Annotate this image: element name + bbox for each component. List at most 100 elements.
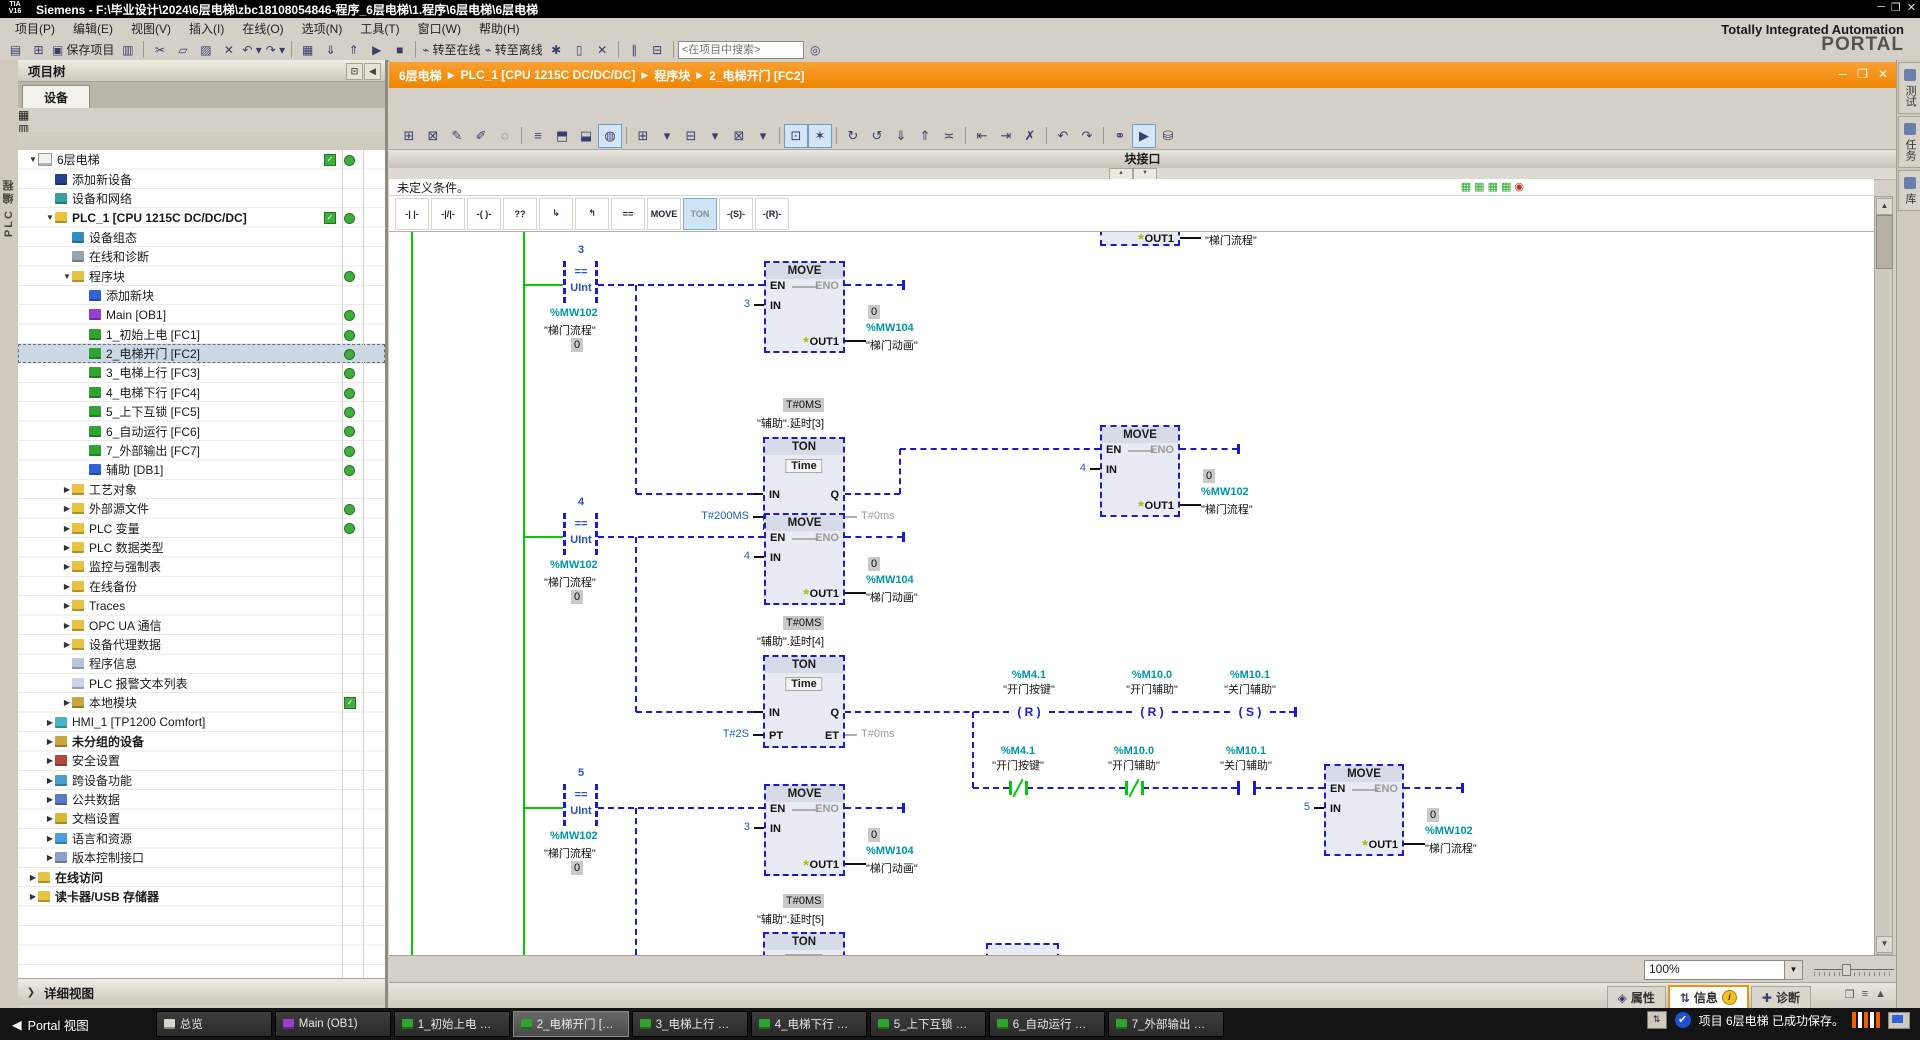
tree-expand-closed-icon[interactable]: ▶ xyxy=(62,698,72,707)
tree-row-14[interactable]: 6_自动运行 [FC6] xyxy=(18,421,385,440)
bit-operand-label[interactable]: %M10.0 "开门辅助" xyxy=(1126,669,1178,697)
toggle-comments-icon[interactable]: ◍ xyxy=(598,123,622,148)
menu-item-3[interactable]: 插入(I) xyxy=(180,18,233,39)
tree-row-0[interactable]: ▼ 6层电梯 ✓ xyxy=(18,150,385,169)
contact-bar[interactable] xyxy=(1009,781,1012,795)
zoom-dropdown-icon[interactable]: ▼ xyxy=(1784,960,1803,980)
bit-operand-label[interactable]: %M10.1 "关门辅助" xyxy=(1224,669,1276,697)
jump-back-icon[interactable]: ↶ xyxy=(1051,124,1075,148)
taskbar-button-2[interactable]: 1_初始上电 … xyxy=(393,1011,510,1037)
pin-constant[interactable]: 3 xyxy=(692,298,750,310)
tree-row-3[interactable]: ▼ PLC_1 [CPU 1215C DC/DC/DC] ✓ xyxy=(18,208,385,227)
tab-properties[interactable]: ◈ 属性 xyxy=(1606,986,1666,1009)
task-card-测试[interactable]: 测试 xyxy=(1898,62,1920,114)
stop-cpu-icon[interactable]: ■ xyxy=(388,39,411,60)
tree-row-17[interactable]: ▶ 工艺对象 xyxy=(18,480,385,499)
menu-item-8[interactable]: 帮助(H) xyxy=(470,18,529,39)
tree-row-4[interactable]: 设备组态 xyxy=(18,228,385,247)
goto-next-icon[interactable]: ⇥ xyxy=(994,124,1018,148)
split-horizontal-icon[interactable]: ⊟ xyxy=(646,39,669,60)
tab-info[interactable]: ⇅ 信息 i xyxy=(1668,986,1748,1009)
expand-panel-icon[interactable]: ▲ xyxy=(1875,988,1886,1001)
tree-row-5[interactable]: 在线和诊断 xyxy=(18,247,385,266)
tree-filter-icon[interactable]: ▦ xyxy=(18,108,385,122)
operand-address[interactable]: %MW104 xyxy=(866,845,914,857)
tree-row-1[interactable]: 添加新设备 xyxy=(18,169,385,188)
clipped-block[interactable] xyxy=(986,943,1059,955)
collapse-networks-icon[interactable]: ⬓ xyxy=(574,124,598,148)
compare-block-icon[interactable]: ≍ xyxy=(937,124,961,148)
editor-close-icon[interactable]: ✕ xyxy=(1878,67,1888,81)
tree-row-32[interactable]: ▶ 跨设备功能 xyxy=(18,771,385,790)
tree-row-11[interactable]: 3_电梯上行 [FC3] xyxy=(18,363,385,382)
delete-element-arrow-icon[interactable]: ▾ xyxy=(751,124,775,148)
tree-row-15[interactable]: 7_外部输出 [FC7] xyxy=(18,441,385,460)
menu-item-7[interactable]: 窗口(W) xyxy=(409,18,470,39)
tree-expand-closed-icon[interactable]: ▶ xyxy=(45,853,55,862)
empty-box-button[interactable]: ?? xyxy=(503,197,537,230)
ton-block[interactable]: TONTimeINQPTET xyxy=(763,655,845,748)
operand-address[interactable]: %MW104 xyxy=(866,322,914,334)
tree-expand-closed-icon[interactable]: ▶ xyxy=(62,504,72,513)
move-block[interactable]: MOVE EN ENO IN OUT1 * xyxy=(1100,425,1180,517)
snapshot-icon[interactable]: ⛁ xyxy=(1156,124,1180,148)
move-block[interactable]: MOVE EN ENO IN OUT1 * xyxy=(1324,764,1404,856)
delete-network-icon[interactable]: ⊠ xyxy=(421,124,445,148)
tree-expand-closed-icon[interactable]: ▶ xyxy=(45,795,55,804)
tree-expand-open-icon[interactable]: ▼ xyxy=(28,155,38,164)
details-chevron-icon[interactable]: ❯ xyxy=(18,987,44,998)
tree-row-9[interactable]: 1_初始上电 [FC1] xyxy=(18,325,385,344)
compile-icon[interactable]: ▦ xyxy=(296,39,319,60)
remove-icon[interactable]: ✕ xyxy=(591,39,614,60)
restore-icon[interactable]: ▯ xyxy=(568,39,591,60)
jump-forward-icon[interactable]: ↷ xyxy=(1075,124,1099,148)
open-project-icon[interactable]: ⊞ xyxy=(27,39,50,60)
set-coil-button[interactable]: -(S)- xyxy=(719,197,753,230)
contact-bar[interactable] xyxy=(1237,781,1240,795)
breadcrumb-item-0[interactable]: 6层电梯 xyxy=(399,67,442,84)
pin-constant[interactable]: 5 xyxy=(1252,801,1310,813)
bit-operand-label[interactable]: %M10.0 "开门辅助" xyxy=(1108,745,1160,773)
tree-row-7[interactable]: 添加新块 xyxy=(18,286,385,305)
start-cpu-icon[interactable]: ▶ xyxy=(365,39,388,60)
close-branch-button[interactable]: ↰ xyxy=(575,197,609,230)
tree-row-36[interactable]: ▶ 版本控制接口 xyxy=(18,848,385,867)
insert-box-icon[interactable]: ⊞ xyxy=(631,124,655,148)
coil-button[interactable]: -( )- xyxy=(467,197,501,230)
tree-expand-closed-icon[interactable]: ▶ xyxy=(45,834,55,843)
insert-branch-icon[interactable]: ⊟ xyxy=(679,124,703,148)
ton-timer-button[interactable]: TON xyxy=(683,197,717,230)
pin-constant[interactable]: 4 xyxy=(692,550,750,562)
tree-expand-closed-icon[interactable]: ▶ xyxy=(62,524,72,533)
tree-expand-closed-icon[interactable]: ▶ xyxy=(28,873,38,882)
ladder-canvas[interactable]: 3 == UInt %MW102 "梯门流程" 0 4 == UInt %MW102 "梯门流程" 0… xyxy=(389,232,1874,955)
reset-coil[interactable]: ( R ) xyxy=(1138,705,1166,719)
upload-from-device-icon[interactable]: ⇑ xyxy=(342,39,365,60)
set-coil[interactable]: ( S ) xyxy=(1236,705,1264,719)
tree-row-12[interactable]: 4_电梯下行 [FC4] xyxy=(18,383,385,402)
tree-row-27[interactable]: PLC 报警文本列表 xyxy=(18,674,385,693)
split-vertical-icon[interactable]: ∥ xyxy=(623,39,646,60)
tree-expand-closed-icon[interactable]: ▶ xyxy=(62,485,72,494)
reset-coil-button[interactable]: -(R)- xyxy=(755,197,789,230)
vertical-scrollbar[interactable]: ▲ ▼ xyxy=(1874,196,1893,955)
tree-row-26[interactable]: 程序信息 xyxy=(18,654,385,673)
zoom-level-select[interactable]: 100% xyxy=(1644,960,1790,980)
monitoring-on-off-icon[interactable]: ▶ xyxy=(1132,123,1156,148)
window-minimize-icon[interactable]: ─ xyxy=(1877,1,1885,14)
scroll-down-icon[interactable]: ▼ xyxy=(1876,936,1893,953)
tree-row-2[interactable]: 设备和网络 xyxy=(18,189,385,208)
absolute-operands-icon[interactable]: ⊡ xyxy=(784,123,808,148)
auto-collapse-icon[interactable]: ⊡ xyxy=(346,63,363,80)
menu-item-4[interactable]: 在线(O) xyxy=(233,18,292,39)
insert-box-arrow-icon[interactable]: ▾ xyxy=(655,124,679,148)
tree-row-28[interactable]: ▶ 本地模块 ✓ xyxy=(18,693,385,712)
tree-row-20[interactable]: ▶ PLC 数据类型 xyxy=(18,538,385,557)
new-project-icon[interactable]: ▤ xyxy=(4,39,27,60)
tree-expand-open-icon[interactable]: ▼ xyxy=(62,272,72,281)
upload-block-icon[interactable]: ⇑ xyxy=(913,124,937,148)
open-branch-button[interactable]: ↳ xyxy=(539,197,573,230)
move-box-button[interactable]: MOVE xyxy=(647,197,681,230)
menu-item-2[interactable]: 视图(V) xyxy=(122,18,180,39)
pin-constant[interactable]: T#200MS xyxy=(691,510,749,522)
